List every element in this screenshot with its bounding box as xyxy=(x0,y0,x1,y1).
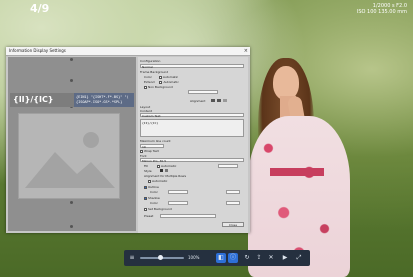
maximum-lines-input[interactable]: 10 xyxy=(140,144,164,149)
multi-align-row: Automatic xyxy=(148,179,167,183)
extend-row: Extend Automatic xyxy=(144,80,179,84)
extend-automatic-label: Automatic xyxy=(163,80,179,84)
shadow-row: Shadow xyxy=(144,196,160,200)
fill-row: Fill Automatic xyxy=(144,164,176,168)
alignment-row: Alignment xyxy=(190,99,205,103)
alignment-multiple-label: Alignment for Multiple Rows xyxy=(144,174,187,178)
wrap-row: Wrap Text xyxy=(140,149,159,153)
wrap-label: Wrap Text xyxy=(144,149,159,153)
set-background-checkbox[interactable] xyxy=(144,207,147,211)
zoom-slider-knob[interactable] xyxy=(158,255,163,260)
resize-handle-top[interactable] xyxy=(70,58,73,61)
configuration-value: Normal xyxy=(142,65,153,69)
photo-subject-face xyxy=(273,66,299,100)
overlay-code-preview[interactable]: {EIN1} "{ISHT*.F*.BS}" "( {ISOAP*.ISO*.G… xyxy=(74,93,134,107)
multi-align-checkbox[interactable] xyxy=(148,179,151,183)
color-row: Color Automatic xyxy=(144,75,178,79)
dialog-titlebar[interactable]: Information Display Settings × xyxy=(6,47,250,56)
custom-text-select-value: Custom Text xyxy=(142,114,161,118)
no-background-checkbox[interactable] xyxy=(144,85,147,89)
image-placeholder xyxy=(18,113,120,199)
overlay-code-line-2: {ISOAP*.ISO*.GS*.*SPL} xyxy=(76,100,123,104)
outline-color-field[interactable] xyxy=(168,190,188,194)
fullscreen-icon[interactable]: ⤢ xyxy=(294,253,304,263)
align-right-icon[interactable] xyxy=(223,99,227,102)
maximum-lines-label: Maximum line count xyxy=(140,139,171,143)
fill-color-field[interactable] xyxy=(218,164,238,168)
background-color-field[interactable] xyxy=(188,90,218,94)
compare-icon[interactable]: ◧ xyxy=(216,253,226,263)
rotate-icon[interactable]: ↻ xyxy=(242,253,252,263)
custom-text-editor[interactable]: {II}/{IC} xyxy=(140,119,244,137)
style-row: Style xyxy=(144,169,152,173)
settings-panel: Configuration Normal Frame Background Co… xyxy=(138,57,248,233)
menu-icon[interactable]: ≡ xyxy=(127,253,137,263)
multi-align-automatic-label: Automatic xyxy=(152,179,168,183)
viewer-taskbar: ≡ 100% ◧ ⓘ ↻ ⇪ ✕ ▶ ⤢ xyxy=(124,250,310,266)
automatic-checkbox[interactable] xyxy=(158,75,162,79)
configuration-select[interactable]: Normal xyxy=(140,64,244,69)
image-counter: 4/9 xyxy=(30,2,50,15)
shadow-color-field[interactable] xyxy=(168,201,188,205)
alignment-label: Alignment xyxy=(190,99,206,103)
outline-color-label: Color xyxy=(150,190,158,194)
exif-iso-focal: ISO 100 135.00 mm xyxy=(356,9,407,15)
fill-automatic-label: Automatic xyxy=(160,164,177,168)
custom-text-select[interactable]: Custom Text xyxy=(140,113,244,118)
shadow-label: Shadow xyxy=(148,196,160,200)
info-display-settings-dialog: Information Display Settings × {II}/{IC}… xyxy=(6,47,250,233)
align-center-icon[interactable] xyxy=(217,99,221,102)
outline-checkbox[interactable] xyxy=(144,185,147,189)
close-icon[interactable]: × xyxy=(244,47,248,55)
outline-label: Outline xyxy=(148,185,159,189)
italic-icon[interactable] xyxy=(165,169,168,172)
set-background-row: Set Background xyxy=(144,207,172,211)
font-select[interactable]: Minion Pro, 30.5 xyxy=(140,158,244,163)
resize-handle-bottom[interactable] xyxy=(70,201,73,204)
fill-label: Fill xyxy=(144,164,149,168)
exif-info: 1/2000 s F2.0 ISO 100 135.00 mm xyxy=(357,3,407,15)
preset-label: Preset xyxy=(144,214,154,218)
preview-canvas[interactable]: {II}/{IC} {EIN1} "{ISHT*.F*.BS}" "( {ISO… xyxy=(8,57,136,231)
extend-label: Extend xyxy=(144,80,155,84)
shadow-width-input[interactable] xyxy=(226,201,240,205)
shadow-color-label: Color xyxy=(150,201,158,205)
delete-icon[interactable]: ✕ xyxy=(266,253,276,263)
custom-text-content: {II}/{IC} xyxy=(142,121,159,125)
outline-row: Outline xyxy=(144,185,159,189)
set-background-label: Set Background xyxy=(148,207,172,211)
outline-width-input[interactable] xyxy=(226,190,240,194)
dialog-title: Information Display Settings xyxy=(9,48,66,53)
resize-handle-base[interactable] xyxy=(70,225,73,228)
no-background-row: Non Background xyxy=(144,85,173,89)
photo-subject-belt xyxy=(270,168,324,176)
no-background-label: Non Background xyxy=(148,85,173,89)
info-icon[interactable]: ⓘ xyxy=(228,253,238,263)
frame-background-label: Frame Background xyxy=(140,70,169,74)
font-value: Minion Pro, 30.5 xyxy=(142,159,167,163)
close-button[interactable]: Close xyxy=(222,222,244,227)
zoom-percent: 100% xyxy=(188,255,200,260)
automatic-label: Automatic xyxy=(162,75,179,79)
shadow-checkbox[interactable] xyxy=(144,196,147,200)
wrap-checkbox[interactable] xyxy=(140,149,143,153)
share-icon[interactable]: ⇪ xyxy=(254,253,264,263)
configuration-label: Configuration xyxy=(140,59,161,63)
style-label: Style xyxy=(144,169,152,173)
image-placeholder-icon xyxy=(25,132,115,188)
preset-select[interactable] xyxy=(160,214,216,218)
resize-handle-mid-top[interactable] xyxy=(70,79,73,82)
bold-icon[interactable] xyxy=(160,169,163,172)
fill-automatic-checkbox[interactable] xyxy=(156,164,160,168)
overlay-text-preview[interactable]: {II}/{IC} xyxy=(10,93,75,107)
align-left-icon[interactable] xyxy=(211,99,215,102)
color-label: Color xyxy=(144,75,152,79)
slideshow-icon[interactable]: ▶ xyxy=(280,253,290,263)
